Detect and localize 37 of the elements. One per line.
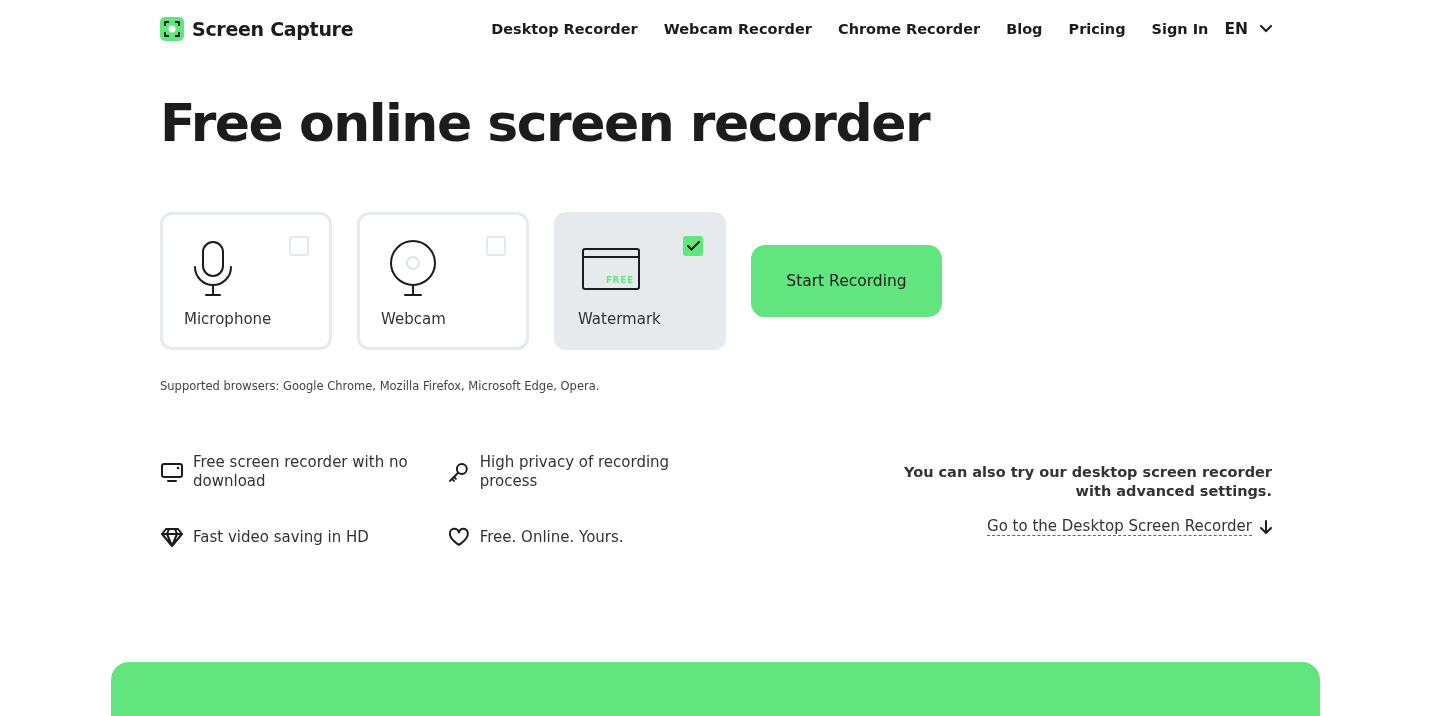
browser-window-icon: FREE (582, 248, 640, 290)
feature-text: High privacy of recording process (479, 453, 671, 491)
diamond-icon (160, 525, 184, 549)
nav-link[interactable]: Chrome Recorder (838, 20, 981, 37)
option-label: Webcam (381, 310, 446, 328)
feature-text: Free. Online. Yours. (479, 527, 625, 547)
language-selector[interactable]: EN (1224, 19, 1272, 38)
key-icon (447, 460, 471, 484)
option-card[interactable]: Webcam (357, 212, 529, 350)
option-label: Microphone (184, 310, 272, 328)
feature-text: Fast video saving in HD (193, 527, 370, 547)
arrow-down-icon (1260, 519, 1272, 534)
monitor-icon (160, 460, 184, 484)
chevron-down-icon (1260, 24, 1272, 33)
checkbox[interactable] (683, 236, 703, 256)
nav-link[interactable]: Desktop Recorder (491, 20, 638, 37)
nav-link[interactable]: Blog (1006, 20, 1043, 37)
microphone-icon (191, 239, 235, 299)
logo-icon (160, 16, 184, 41)
logo-text: Screen Capture (192, 17, 354, 40)
checkbox[interactable] (289, 236, 309, 256)
nav-link[interactable]: Sign In (1151, 20, 1209, 37)
heart-icon (447, 525, 471, 549)
option-card[interactable]: FREE Watermark (554, 212, 726, 350)
nav-link[interactable]: Pricing (1068, 20, 1126, 37)
check-icon (686, 241, 700, 251)
promo-text: You can also try our desktop screen recorder with advanced settings. (903, 463, 1272, 501)
nav-link[interactable]: Webcam Recorder (663, 20, 812, 37)
desktop-recorder-link[interactable]: Go to the Desktop Screen Recorder (987, 517, 1252, 536)
start-recording-button[interactable]: Start Recording (751, 245, 942, 317)
webcam-icon (388, 239, 438, 299)
feature-text: Free screen recorder with no download (193, 453, 409, 491)
option-label: Watermark (578, 310, 661, 328)
supported-browsers-note: Supported browsers: Google Chrome, Mozilla Firefox, Microsoft Edge, Opera. (160, 379, 601, 393)
page-title: Free online screen recorder (160, 92, 931, 155)
checkbox[interactable] (486, 236, 506, 256)
option-card[interactable]: Microphone (160, 212, 332, 350)
